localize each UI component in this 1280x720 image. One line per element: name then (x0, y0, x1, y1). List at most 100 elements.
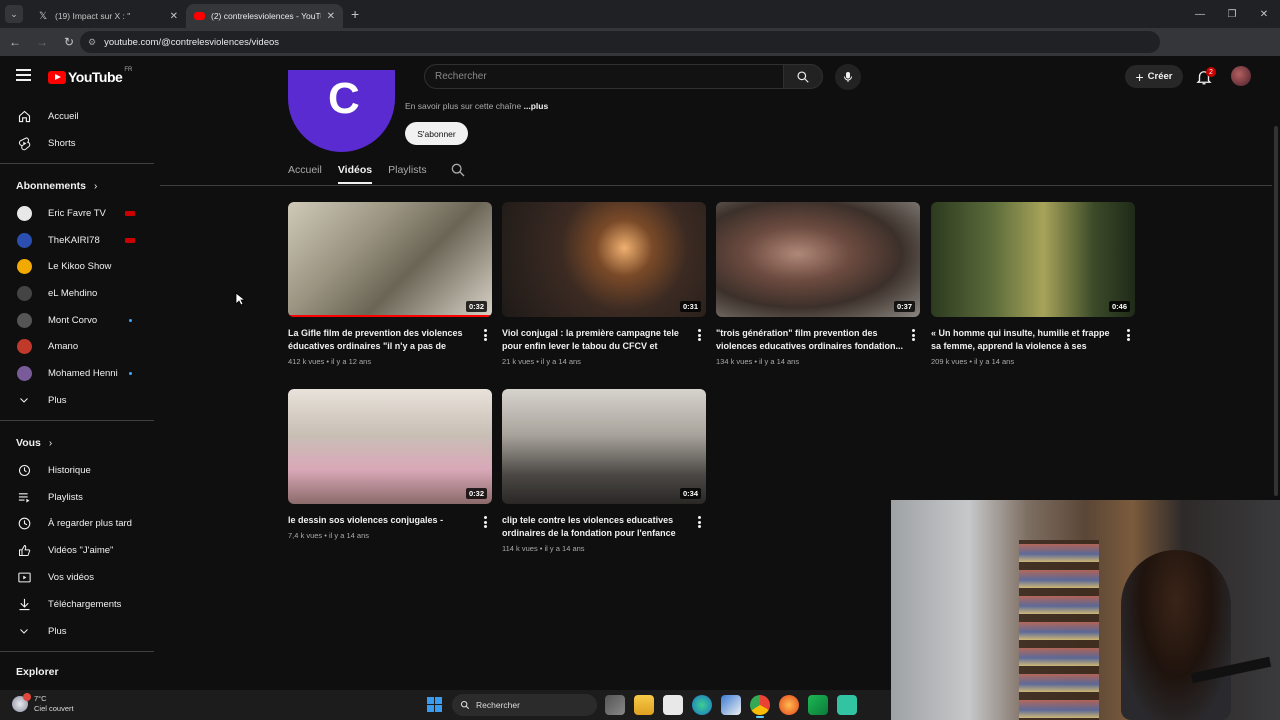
sidebar-item-watch-later[interactable]: À regarder plus tard (0, 511, 154, 535)
webcam-overlay (891, 500, 1280, 720)
video-thumbnail[interactable]: 0:37 (716, 202, 920, 317)
video-card[interactable]: 0:37 "trois génération" film prevention … (716, 202, 920, 366)
sidebar-item-you-more[interactable]: Plus (0, 619, 154, 643)
video-views: 7,4 k vues (288, 531, 323, 540)
youtube-logo[interactable]: YouTube FR (48, 67, 132, 85)
video-duration: 0:32 (465, 488, 487, 499)
browser-tab-x[interactable]: 𝕏 (19) Impact sur X : " ✕ (29, 4, 186, 28)
sidebar-item-playlists[interactable]: Playlists (0, 485, 154, 509)
sidebar-item-downloads[interactable]: Téléchargements (0, 592, 154, 616)
channel-search-icon[interactable] (450, 162, 466, 178)
sidebar-item-shorts[interactable]: Shorts (0, 131, 154, 155)
video-card[interactable]: 0:31 Viol conjugal : la première campagn… (502, 202, 706, 366)
more-actions-icon[interactable] (1123, 328, 1133, 342)
video-title[interactable]: Viol conjugal : la première campagne tel… (502, 327, 690, 353)
more-actions-icon[interactable] (480, 328, 490, 342)
search-input[interactable]: Rechercher (424, 64, 784, 89)
search-button[interactable] (783, 64, 823, 89)
chrome-icon[interactable] (750, 695, 770, 718)
notepad-icon[interactable] (663, 695, 683, 715)
sidebar-item-subscription[interactable]: Le Kikoo Show (0, 254, 154, 278)
sidebar-item-label: Playlists (48, 491, 83, 503)
video-title[interactable]: le dessin sos violences conjugales - (288, 514, 476, 527)
store-icon[interactable] (721, 695, 741, 715)
reload-icon[interactable]: ↻ (57, 30, 81, 54)
video-title[interactable]: « Un homme qui insulte, humilie et frapp… (931, 327, 1119, 353)
bookshelf-image (1019, 540, 1099, 720)
you-heading[interactable]: Vous › (16, 437, 52, 449)
search-icon (797, 70, 809, 83)
more-actions-icon[interactable] (908, 328, 918, 342)
sidebar-item-subscription[interactable]: Mont Corvo (0, 308, 154, 332)
sidebar-item-subscription[interactable]: TheKAIRI78 (0, 228, 154, 252)
firefox-icon[interactable] (779, 695, 799, 715)
channel-avatar-large[interactable]: C (288, 70, 395, 152)
maximize-icon[interactable]: ❐ (1216, 0, 1248, 28)
site-info-icon[interactable]: ⚙ (88, 37, 96, 48)
video-title[interactable]: La Gifle film de prevention des violence… (288, 327, 476, 353)
close-tab-icon[interactable]: ✕ (170, 11, 178, 22)
video-title[interactable]: "trois génération" film prevention des v… (716, 327, 904, 353)
video-card[interactable]: 0:32 le dessin sos violences conjugales … (288, 389, 492, 540)
close-window-icon[interactable]: ✕ (1248, 0, 1280, 28)
back-icon[interactable]: ← (3, 30, 27, 54)
menu-hamburger-icon[interactable] (16, 69, 31, 81)
voice-search-button[interactable] (835, 64, 861, 90)
video-thumbnail[interactable]: 0:32 (288, 202, 492, 317)
create-button[interactable]: + Créer (1125, 65, 1183, 88)
new-tab-icon[interactable]: + (351, 6, 359, 22)
tab-search-icon[interactable]: ⌄ (5, 5, 23, 23)
sidebar-item-subscriptions-more[interactable]: Plus (0, 388, 154, 412)
sidebar-item-subscription[interactable]: Amano (0, 334, 154, 358)
weather-widget[interactable]: 7°C Ciel couvert (12, 693, 74, 714)
windows-start-icon[interactable] (427, 697, 442, 712)
app-icon[interactable] (808, 695, 828, 715)
tab-videos[interactable]: Vidéos (337, 160, 373, 184)
account-avatar[interactable] (1231, 66, 1251, 86)
tab-home[interactable]: Accueil (288, 160, 322, 184)
sidebar-item-label: Vidéos "J'aime" (48, 544, 114, 556)
sidebar-item-home[interactable]: Accueil (0, 104, 154, 128)
taskbar-search[interactable]: Rechercher (452, 694, 597, 716)
edge-icon[interactable] (692, 695, 712, 715)
subscriptions-title: Abonnements (16, 180, 87, 192)
sidebar-item-history[interactable]: Historique (0, 458, 154, 482)
forward-icon[interactable]: → (30, 30, 54, 54)
more-actions-icon[interactable] (694, 328, 704, 342)
file-explorer-icon[interactable] (634, 695, 654, 715)
sidebar-item-subscription[interactable]: eL Mehdino (0, 281, 154, 305)
mouse-cursor-icon (235, 292, 245, 306)
video-thumbnail[interactable]: 0:34 (502, 389, 706, 504)
streamlabs-icon[interactable] (837, 695, 857, 715)
channel-about-link[interactable]: En savoir plus sur cette chaîne ...plus (405, 101, 548, 111)
chevron-down-icon (16, 623, 32, 639)
video-card[interactable]: 0:46 « Un homme qui insulte, humilie et … (931, 202, 1135, 366)
page-scrollbar[interactable] (1272, 96, 1280, 500)
video-views: 412 k vues (288, 357, 325, 366)
more-actions-icon[interactable] (694, 515, 704, 529)
close-tab-icon[interactable]: ✕ (327, 11, 335, 22)
task-view-icon[interactable] (605, 695, 625, 715)
subscriptions-heading[interactable]: Abonnements › (16, 180, 97, 192)
sidebar-item-your-videos[interactable]: Vos vidéos (0, 565, 154, 589)
video-card[interactable]: 0:32 La Gifle film de prevention des vio… (288, 202, 492, 366)
youtube-header: YouTube FR Rechercher + Créer 2 (0, 56, 1280, 96)
sidebar-item-liked-videos[interactable]: Vidéos "J'aime" (0, 538, 154, 562)
channel-name: Mohamed Henni (48, 367, 118, 379)
explore-heading: Explorer (16, 666, 59, 678)
video-card[interactable]: 0:34 clip tele contre les violences educ… (502, 389, 706, 553)
address-bar[interactable]: ⚙ youtube.com/@contrelesviolences/videos (80, 31, 1160, 53)
sidebar-item-subscription[interactable]: Mohamed Henni (0, 361, 154, 385)
subscribe-button[interactable]: S'abonner (405, 122, 468, 145)
minimize-icon[interactable]: — (1184, 0, 1216, 28)
tab-playlists[interactable]: Playlists (388, 160, 427, 184)
more-actions-icon[interactable] (480, 515, 490, 529)
video-thumbnail[interactable]: 0:31 (502, 202, 706, 317)
video-thumbnail[interactable]: 0:46 (931, 202, 1135, 317)
sidebar-item-subscription[interactable]: Eric Favre TV (0, 201, 154, 225)
temperature: 7°C (34, 694, 47, 703)
browser-tab-youtube[interactable]: (2) contrelesviolences - YouTube ✕ (186, 4, 343, 28)
video-duration: 0:34 (679, 488, 701, 499)
video-thumbnail[interactable]: 0:32 (288, 389, 492, 504)
video-title[interactable]: clip tele contre les violences educative… (502, 514, 690, 540)
